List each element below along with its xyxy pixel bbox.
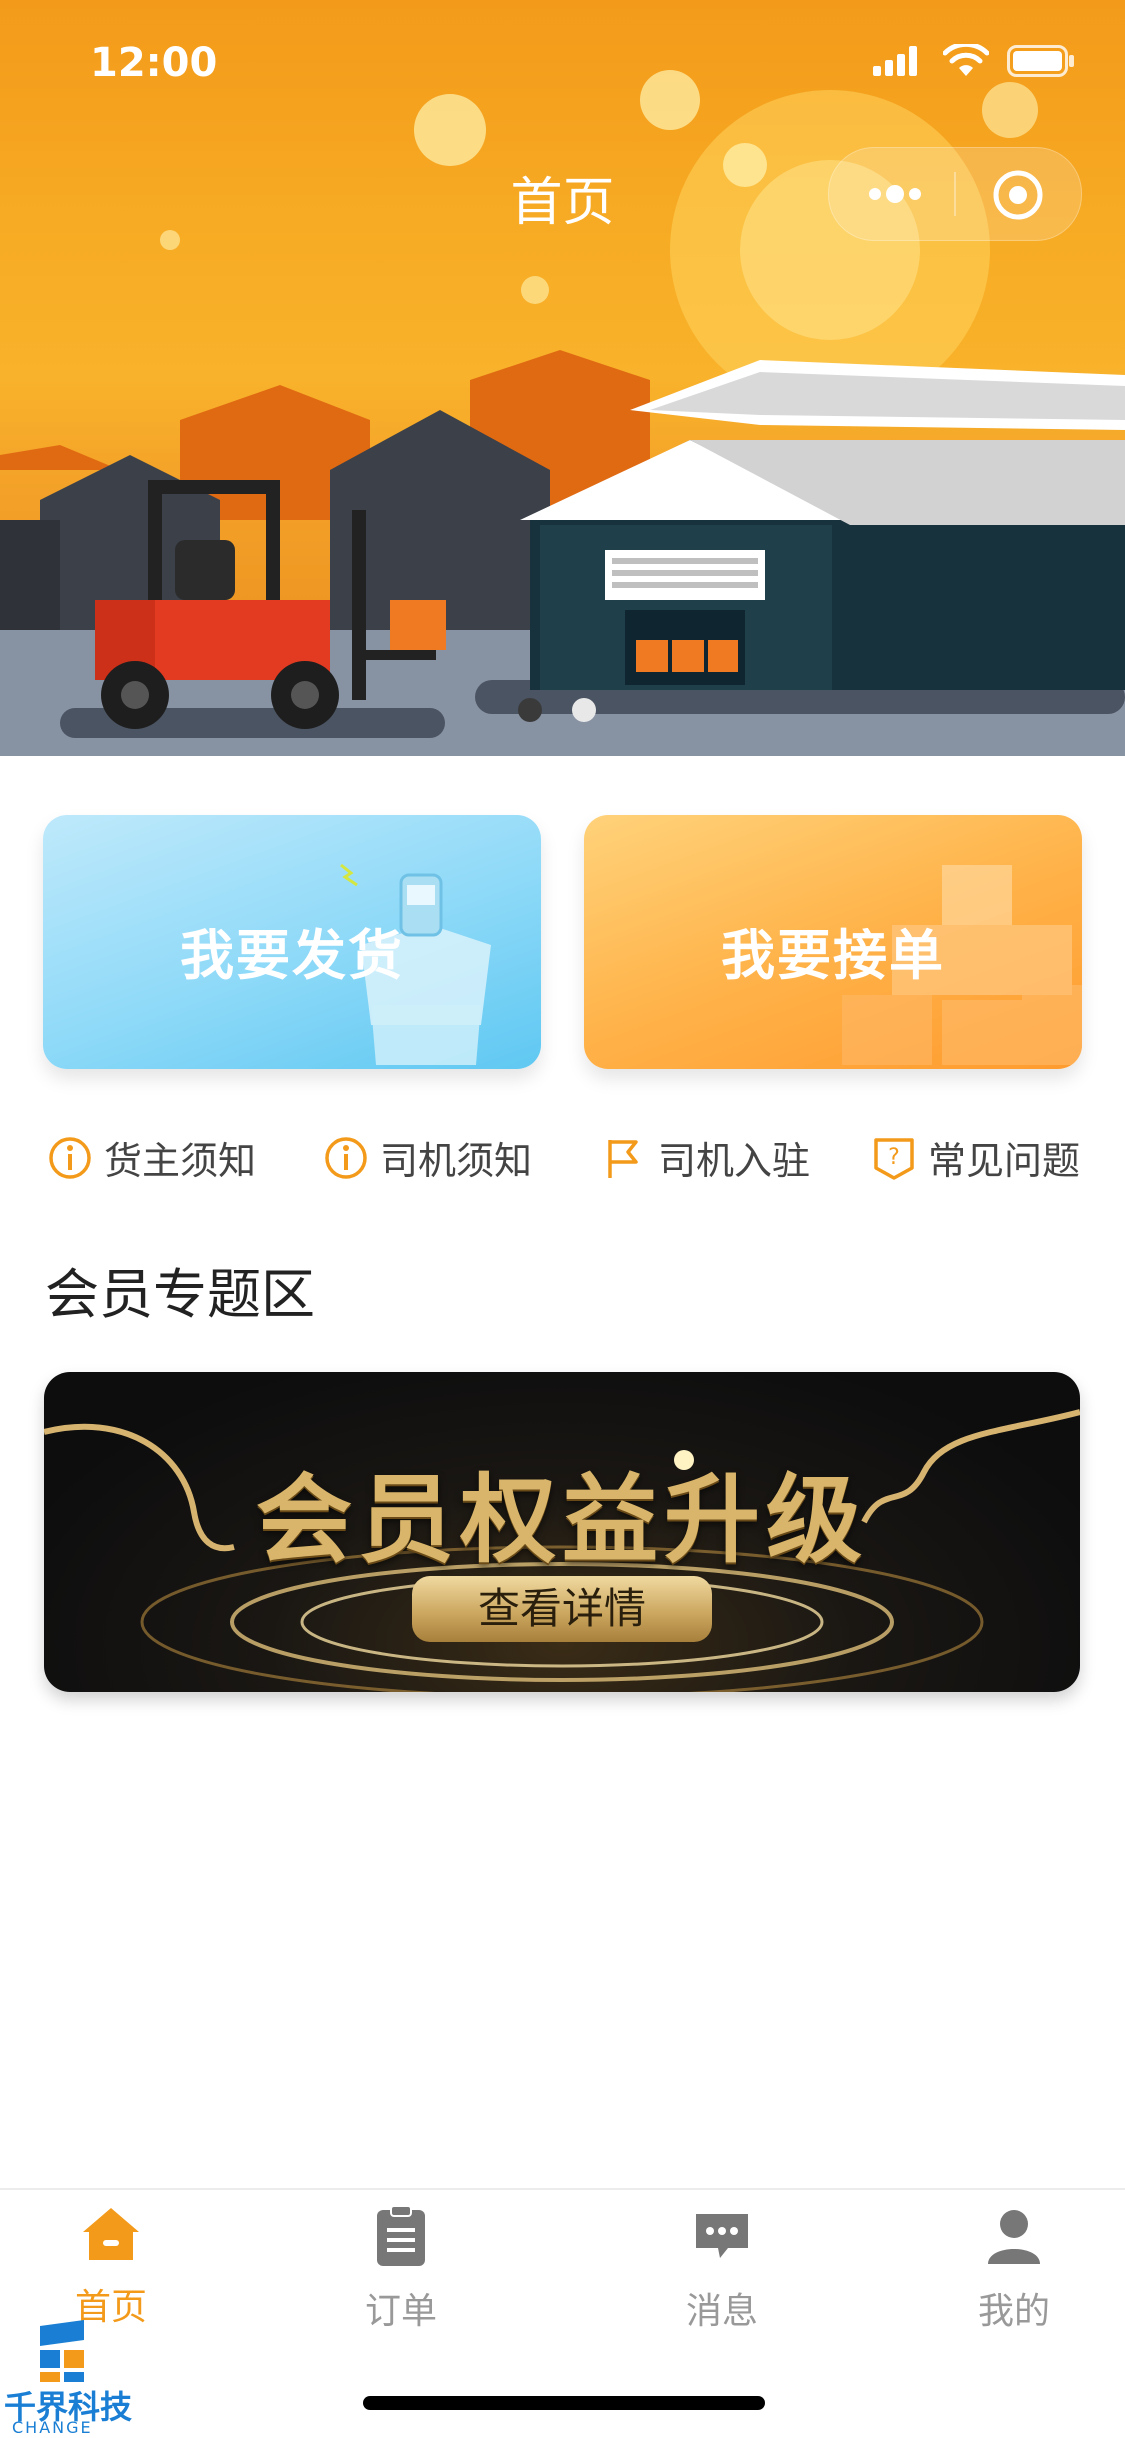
quick-link-label: 司机入驻 (658, 1139, 811, 1183)
carousel-dot[interactable] (518, 698, 542, 722)
quick-link-driver-notice[interactable]: 司机须知 (324, 1130, 532, 1185)
tab-label: 我的 (977, 2291, 1050, 2332)
carousel-indicator (518, 698, 596, 722)
question-shield-icon: ? (874, 1137, 914, 1180)
warehouse-illustration (0, 70, 1125, 756)
tab-orders[interactable]: 订单 (321, 2204, 481, 2334)
quick-link-label: 常见问题 (928, 1139, 1081, 1183)
member-upgrade-banner[interactable]: 会员权益升级 查看详情 (44, 1372, 1080, 1692)
tab-label: 订单 (364, 2291, 437, 2332)
flag-icon (608, 1139, 638, 1178)
tab-label: 消息 (685, 2291, 758, 2332)
signal-icon (873, 46, 917, 76)
message-icon (696, 2214, 748, 2258)
view-details-button[interactable]: 查看详情 (412, 1576, 712, 1642)
tab-profile[interactable]: 我的 (934, 2204, 1094, 2334)
more-icon[interactable] (867, 182, 923, 206)
quick-link-driver-join[interactable]: 司机入驻 (602, 1130, 810, 1185)
mini-program-capsule (828, 147, 1082, 241)
watermark-subtext: CHANGE (12, 2418, 93, 2437)
hero-banner[interactable]: 12:00 首页 (0, 0, 1125, 756)
take-order-label: 我要接单 (721, 924, 945, 987)
info-icon (49, 1136, 91, 1179)
user-icon (988, 2210, 1040, 2264)
status-time: 12:00 (90, 40, 218, 86)
quick-link-label: 司机须知 (380, 1139, 533, 1183)
ship-goods-label: 我要发货 (180, 924, 404, 987)
battery-icon (1007, 45, 1074, 77)
section-title: 会员专题区 (45, 1263, 315, 1326)
tab-home[interactable]: 首页 (31, 2204, 191, 2330)
tab-messages[interactable]: 消息 (642, 2204, 802, 2334)
quick-link-label: 货主须知 (104, 1139, 257, 1183)
info-icon (325, 1136, 367, 1179)
quick-link-shipper-notice[interactable]: 货主须知 (48, 1130, 256, 1185)
home-indicator (363, 2396, 765, 2410)
status-icons (873, 44, 1075, 78)
carousel-dot-active[interactable] (572, 698, 596, 722)
banner-headline: 会员权益升级 (256, 1464, 868, 1576)
close-mini-program-icon[interactable] (991, 168, 1045, 222)
capsule-divider (954, 172, 956, 216)
clipboard-icon (377, 2205, 425, 2266)
wifi-icon (943, 44, 989, 76)
quick-link-faq[interactable]: ? 常见问题 (872, 1130, 1080, 1185)
ship-goods-button[interactable]: 我要发货 (43, 815, 541, 1069)
home-icon (83, 2208, 139, 2260)
take-order-button[interactable]: 我要接单 (584, 815, 1082, 1069)
svg-text:?: ? (888, 1145, 900, 1170)
